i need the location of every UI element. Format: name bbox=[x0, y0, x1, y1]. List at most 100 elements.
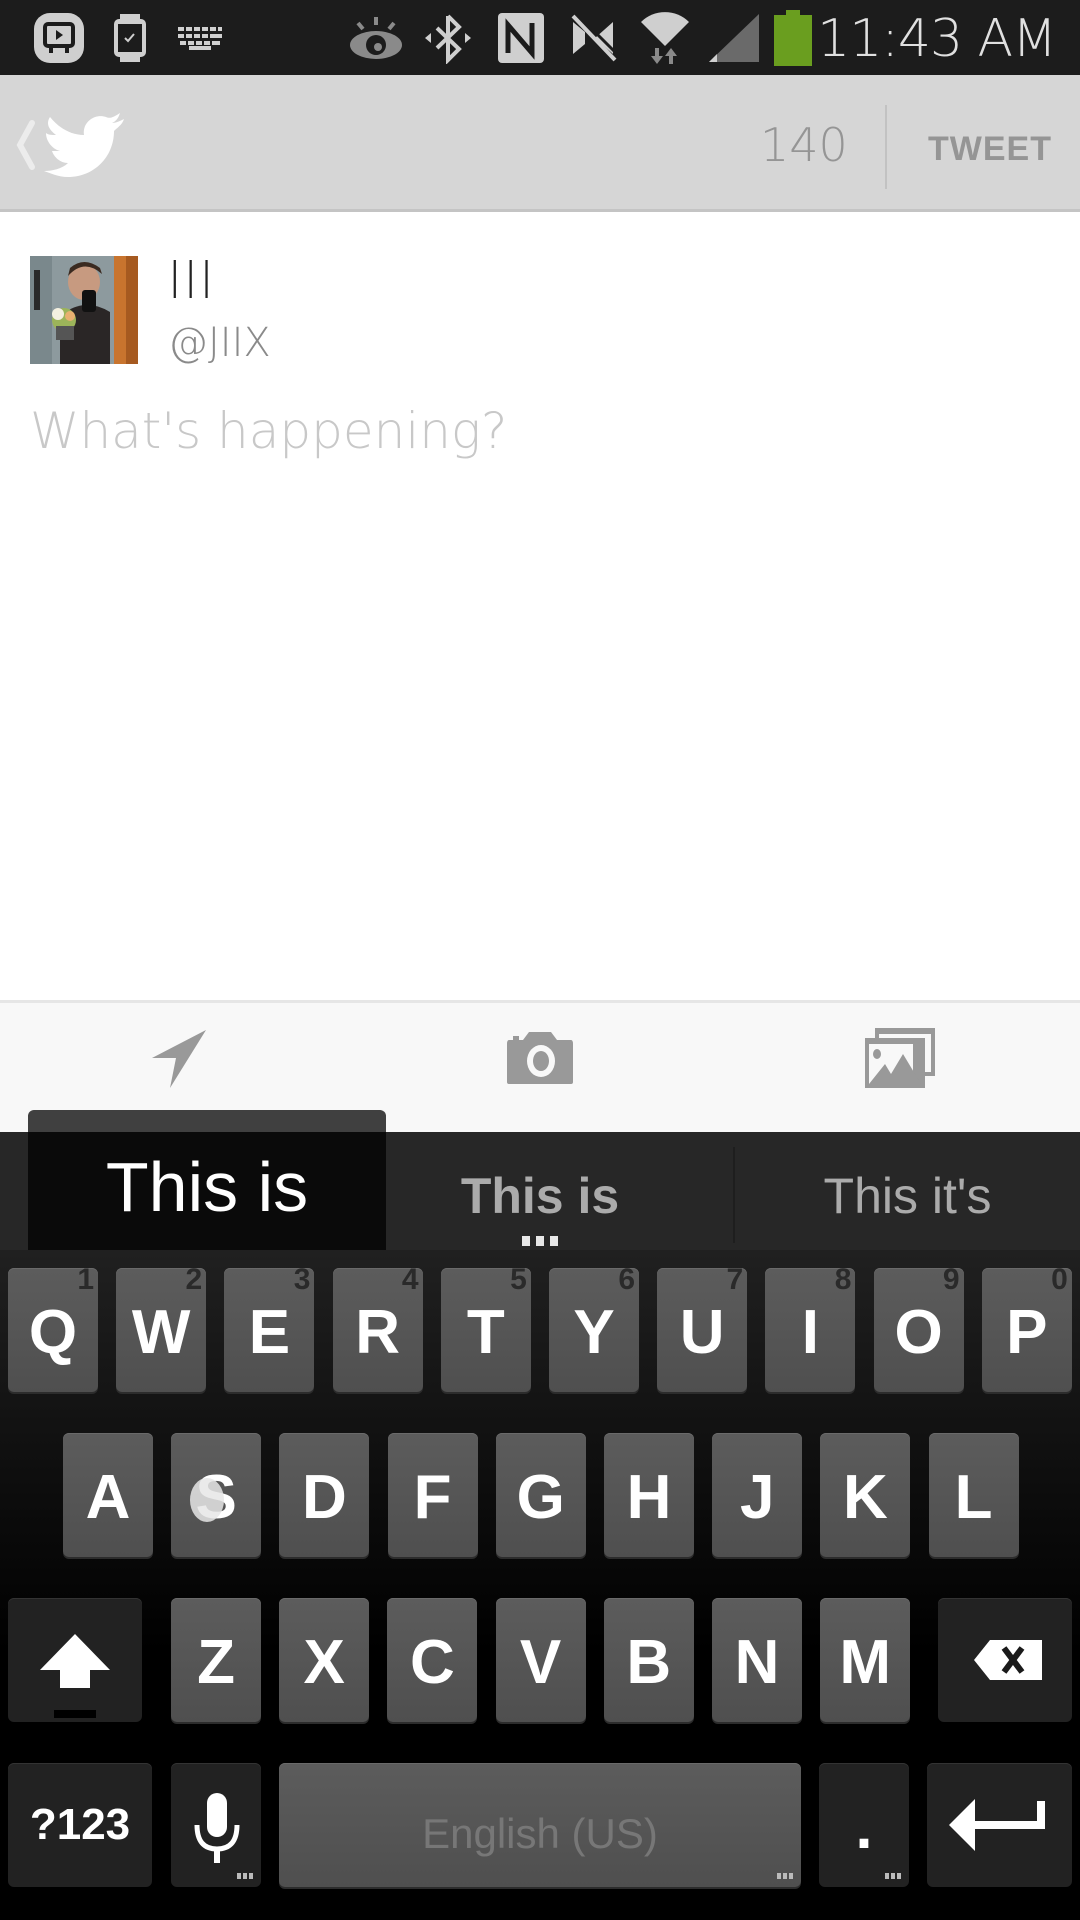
backspace-icon bbox=[974, 1640, 1042, 1680]
tweet-text-input[interactable] bbox=[30, 402, 1050, 962]
key-label: Z bbox=[197, 1628, 235, 1697]
bluetooth-icon bbox=[422, 0, 474, 75]
space-key[interactable]: English (US) bbox=[279, 1763, 801, 1887]
shift-arrow-icon bbox=[40, 1634, 110, 1718]
more-options-dots bbox=[237, 1873, 253, 1879]
key-n[interactable]: N bbox=[712, 1598, 802, 1722]
back-button[interactable] bbox=[10, 105, 130, 185]
key-label: T bbox=[466, 1298, 505, 1367]
key-r[interactable]: R4 bbox=[332, 1263, 423, 1392]
key-j[interactable]: J bbox=[712, 1433, 803, 1557]
period-key[interactable]: . bbox=[819, 1763, 909, 1887]
shift-key[interactable] bbox=[8, 1598, 142, 1722]
key-label: C bbox=[410, 1628, 455, 1697]
key-number-hint: 7 bbox=[726, 1263, 744, 1296]
more-options-dots bbox=[777, 1873, 793, 1879]
key-label: W bbox=[131, 1298, 191, 1367]
avatar[interactable] bbox=[30, 256, 138, 364]
twitter-bird-icon bbox=[44, 113, 124, 177]
suggestion-secondary[interactable]: This it's bbox=[735, 1132, 1080, 1250]
key-t[interactable]: T5 bbox=[440, 1263, 531, 1392]
key-y[interactable]: Y6 bbox=[549, 1263, 639, 1392]
status-bar: 11:43 AM bbox=[0, 0, 1080, 75]
suggestion-preview-popup: This is bbox=[28, 1110, 386, 1257]
cell-signal-icon bbox=[706, 0, 762, 75]
voice-input-key[interactable] bbox=[171, 1763, 261, 1887]
key-m[interactable]: M bbox=[820, 1598, 911, 1722]
smartwatch-icon bbox=[110, 0, 150, 75]
key-number-hint: 3 bbox=[293, 1263, 311, 1296]
key-number-hint: 5 bbox=[510, 1263, 527, 1296]
key-number-hint: 4 bbox=[401, 1263, 419, 1296]
key-label: X bbox=[303, 1628, 345, 1697]
key-h[interactable]: H bbox=[604, 1433, 694, 1557]
key-label: M bbox=[839, 1628, 892, 1697]
key-number-hint: 9 bbox=[942, 1263, 960, 1296]
key-label: H bbox=[626, 1463, 672, 1532]
key-c[interactable]: C bbox=[387, 1598, 478, 1722]
key-w[interactable]: W2 bbox=[116, 1263, 207, 1392]
key-e[interactable]: E3 bbox=[224, 1263, 315, 1392]
key-label: L bbox=[954, 1463, 993, 1532]
key-number-hint: 0 bbox=[1051, 1263, 1068, 1296]
camera-icon bbox=[507, 1031, 573, 1084]
key-number-hint: 6 bbox=[618, 1263, 635, 1296]
clock: 11:43 AM bbox=[817, 9, 1057, 69]
symbols-key[interactable]: ?123 bbox=[8, 1763, 152, 1887]
camera-button[interactable] bbox=[360, 1003, 720, 1132]
key-v[interactable]: V bbox=[495, 1598, 586, 1722]
gallery-button[interactable] bbox=[720, 1003, 1080, 1132]
key-k[interactable]: K bbox=[820, 1433, 911, 1557]
key-label: N bbox=[734, 1628, 780, 1697]
key-f[interactable]: F bbox=[387, 1433, 478, 1557]
key-a[interactable]: A bbox=[63, 1433, 153, 1557]
keyboard-icon bbox=[176, 0, 224, 75]
key-p[interactable]: P0 bbox=[981, 1263, 1072, 1392]
more-suggestions-icon[interactable] bbox=[515, 1236, 565, 1246]
microphone-icon bbox=[194, 1793, 240, 1863]
key-label: E bbox=[248, 1298, 291, 1367]
key-label: A bbox=[85, 1463, 131, 1532]
space-key-language: English (US) bbox=[422, 1810, 658, 1857]
user-display-name: lll bbox=[168, 252, 216, 310]
key-l[interactable]: L bbox=[928, 1433, 1019, 1557]
header-divider bbox=[885, 105, 887, 189]
key-number-hint: 8 bbox=[834, 1263, 852, 1296]
more-options-dots bbox=[885, 1873, 901, 1879]
key-i[interactable]: I8 bbox=[765, 1263, 856, 1392]
key-number-hint: 2 bbox=[185, 1263, 203, 1296]
mute-icon bbox=[568, 0, 620, 75]
location-arrow-icon bbox=[152, 1029, 206, 1088]
key-o[interactable]: O9 bbox=[873, 1263, 964, 1392]
key-b[interactable]: B bbox=[603, 1598, 694, 1722]
user-handle: @JIIX bbox=[168, 320, 271, 366]
key-label: F bbox=[413, 1463, 452, 1532]
cast-tv-icon bbox=[30, 0, 88, 75]
compose-header: 140 TWEET bbox=[0, 75, 1080, 212]
key-label: B bbox=[626, 1628, 672, 1697]
key-u[interactable]: U7 bbox=[657, 1263, 748, 1392]
suggestion-primary[interactable]: This is bbox=[360, 1132, 720, 1250]
key-label: G bbox=[516, 1463, 565, 1532]
tweet-button[interactable]: TWEET bbox=[905, 75, 1075, 209]
key-label: I bbox=[801, 1298, 819, 1367]
nfc-icon bbox=[496, 0, 546, 75]
backspace-key[interactable] bbox=[938, 1598, 1072, 1722]
key-q[interactable]: Q1 bbox=[8, 1263, 98, 1392]
key-z[interactable]: Z bbox=[171, 1598, 261, 1722]
key-number-hint: 1 bbox=[77, 1263, 94, 1296]
enter-key[interactable] bbox=[927, 1763, 1072, 1887]
wifi-icon bbox=[636, 0, 694, 75]
smart-stay-eye-icon bbox=[346, 0, 406, 75]
key-label: Y bbox=[573, 1298, 615, 1367]
key-x[interactable]: X bbox=[279, 1598, 370, 1722]
key-label: R bbox=[355, 1298, 400, 1367]
key-label: J bbox=[739, 1463, 775, 1532]
key-g[interactable]: G bbox=[495, 1433, 586, 1557]
key-label: Q bbox=[28, 1298, 78, 1367]
compose-area: lll @JIIX bbox=[0, 212, 1080, 1000]
key-label: O bbox=[894, 1298, 943, 1367]
period-key-label: . bbox=[855, 1793, 873, 1862]
gallery-icon bbox=[865, 1027, 935, 1088]
key-d[interactable]: D bbox=[279, 1433, 370, 1557]
